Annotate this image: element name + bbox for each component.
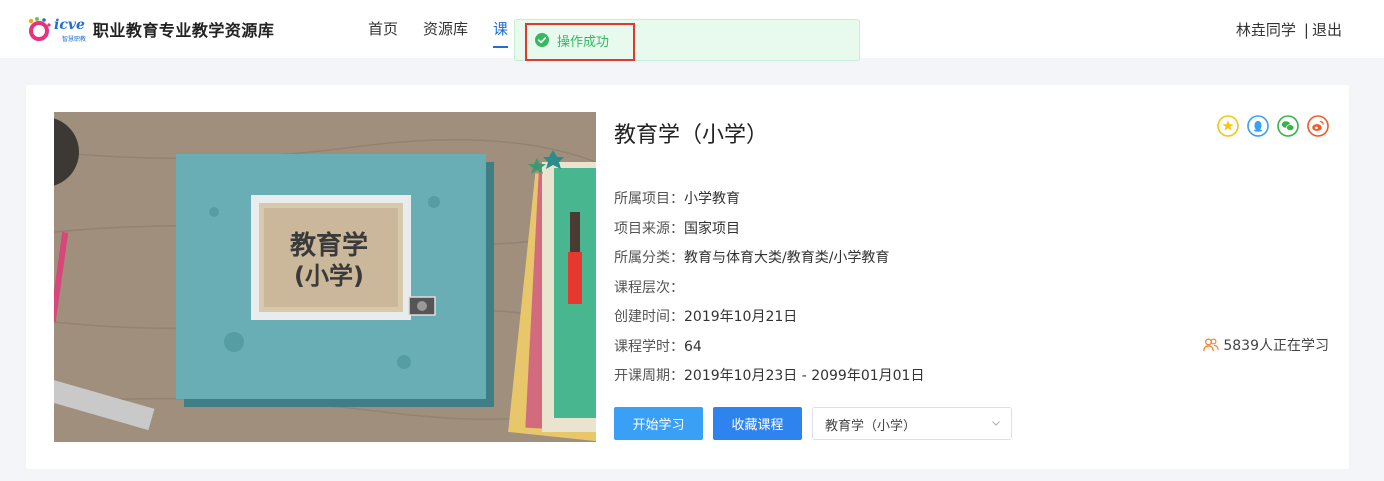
course-title: 教育学（小学） — [614, 123, 769, 148]
site-title: 职业教育专业教学资源库 — [92, 21, 275, 40]
meta-row-hours: 课程学时：64 — [614, 337, 924, 367]
meta-value: 小学教育 — [684, 191, 740, 207]
learners-text: 5839人正在学习 — [1223, 338, 1329, 354]
logo-brand-text: icve — [54, 17, 85, 33]
user-area: 林垚同学 | 退出 — [1236, 19, 1342, 40]
user-name-link[interactable]: 林垚同学 — [1236, 21, 1296, 39]
meta-row-period: 开课周期：2019年10月23日 - 2099年01月01日 — [614, 366, 924, 396]
meta-row-level: 课程层次： — [614, 278, 924, 308]
meta-value: 国家项目 — [684, 220, 740, 237]
start-learning-button[interactable]: 开始学习 — [614, 407, 703, 440]
course-select[interactable]: 教育学（小学） — [812, 407, 1012, 440]
meta-label: 课程层次： — [614, 279, 684, 296]
chevron-down-icon — [992, 421, 1000, 426]
meta-label: 课程学时： — [614, 338, 684, 355]
meta-row-created: 创建时间：2019年10月21日 — [614, 307, 924, 337]
main-nav: 首页 资源库 课 — [368, 18, 509, 48]
meta-value: 64 — [684, 338, 702, 355]
success-toast: 操作成功 — [514, 19, 860, 61]
meta-label: 所属项目： — [614, 191, 684, 207]
logo-subtitle: 智慧职教 — [62, 36, 87, 43]
cover-title-line1: 教育学 — [290, 230, 368, 261]
course-actions: 开始学习 收藏课程 教育学（小学） — [614, 407, 1012, 440]
weibo-icon[interactable] — [1307, 115, 1329, 137]
meta-row-source: 项目来源：国家项目 — [614, 219, 924, 249]
site-logo[interactable]: icve 智慧职教 职业教育专业教学资源库 — [26, 14, 274, 44]
meta-label: 创建时间： — [614, 309, 684, 325]
cover-illustration: 教育学 (小学) — [54, 112, 596, 442]
meta-value: 2019年10月23日 - 2099年01月01日 — [684, 368, 925, 384]
course-card: 教育学 (小学) 教育学（小学） 所属项目：小学教育 项目来源：国家项目 所属分… — [26, 85, 1349, 469]
meta-label: 项目来源： — [614, 220, 684, 237]
qq-icon[interactable] — [1247, 115, 1269, 137]
course-cover-image[interactable]: 教育学 (小学) — [54, 112, 596, 442]
star-icon[interactable] — [1217, 115, 1239, 137]
meta-row-category: 所属分类：教育与体育大类/教育类/小学教育 — [614, 248, 924, 278]
nav-item-home[interactable]: 首页 — [368, 18, 398, 39]
share-icons — [1217, 115, 1329, 137]
meta-label: 开课周期： — [614, 368, 684, 384]
wechat-icon[interactable] — [1277, 115, 1299, 137]
favorite-course-button[interactable]: 收藏课程 — [713, 407, 802, 440]
check-circle-icon — [535, 33, 549, 47]
meta-row-project: 所属项目：小学教育 — [614, 189, 924, 219]
cover-title-line2: (小学) — [294, 262, 364, 290]
course-meta: 所属项目：小学教育 项目来源：国家项目 所属分类：教育与体育大类/教育类/小学教… — [614, 189, 924, 396]
meta-label: 所属分类： — [614, 250, 684, 266]
nav-item-resources[interactable]: 资源库 — [423, 18, 468, 39]
nav-item-courses[interactable]: 课 — [493, 18, 509, 48]
learners-count: 5839人正在学习 — [1203, 335, 1329, 355]
meta-value: 教育与体育大类/教育类/小学教育 — [684, 250, 890, 266]
logo-mark-icon — [28, 17, 51, 41]
course-select-value: 教育学（小学） — [825, 419, 917, 434]
meta-value: 2019年10月21日 — [684, 309, 798, 325]
toast-message: 操作成功 — [557, 34, 610, 50]
users-icon — [1203, 338, 1220, 352]
logout-link[interactable]: 退出 — [1312, 21, 1342, 39]
user-separator: | — [1303, 21, 1309, 39]
